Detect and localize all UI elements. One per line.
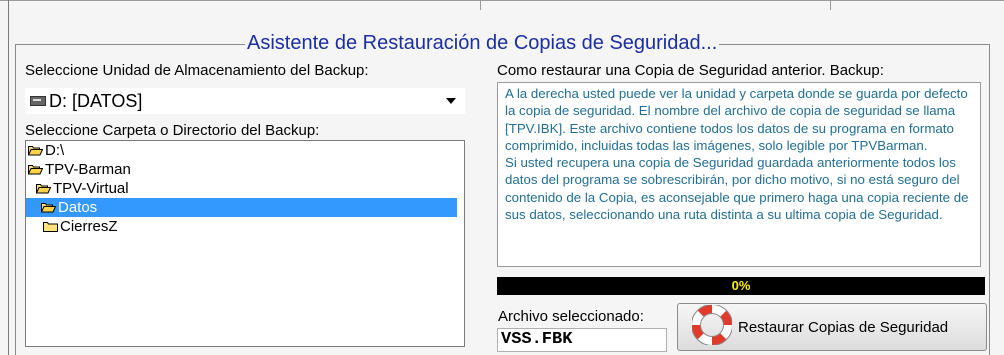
- help-title: Como restaurar una Copia de Seguridad an…: [497, 62, 884, 79]
- tree-node-label: D:\: [45, 142, 65, 159]
- restore-backup-button[interactable]: Restaurar Copias de Seguridad: [677, 303, 987, 351]
- lifebuoy-icon: [691, 304, 733, 349]
- progress-label: 0%: [731, 278, 751, 293]
- selected-file-field[interactable]: VSS.FBK: [497, 328, 667, 352]
- restore-button-label: Restaurar Copias de Seguridad: [738, 318, 949, 336]
- tree-node-datos[interactable]: Datos: [26, 198, 457, 217]
- tree-node-label: TPV-Virtual: [53, 180, 129, 197]
- tree-node-tpv-barman[interactable]: TPV-Barman: [28, 160, 131, 179]
- help-text: A la derecha usted puede ver la unidad y…: [497, 82, 981, 267]
- chevron-down-icon[interactable]: [446, 98, 456, 104]
- tree-node-tpv-virtual[interactable]: TPV-Virtual: [36, 179, 129, 198]
- folder-open-icon: [36, 183, 51, 194]
- folder-open-icon: [28, 164, 43, 175]
- file-label: Archivo seleccionado:: [498, 308, 644, 325]
- tree-node-label: TPV-Barman: [45, 161, 131, 178]
- folder-open-icon: [28, 145, 43, 156]
- tree-node-label: Datos: [58, 199, 98, 216]
- drive-label: Seleccione Unidad de Almacenamiento del …: [25, 62, 369, 79]
- folder-icon: [43, 221, 58, 232]
- drive-select[interactable]: D: [DATOS]: [25, 88, 465, 114]
- wizard-title: Asistente de Restauración de Copias de S…: [245, 32, 720, 55]
- folder-tree[interactable]: D:\ TPV-Barman TPV-Virtual Datos Cierres…: [25, 140, 465, 347]
- tree-node-cierresz[interactable]: CierresZ: [43, 217, 118, 236]
- drive-select-value: D: [DATOS]: [49, 90, 143, 111]
- tree-node-drive[interactable]: D:\: [28, 141, 64, 160]
- folder-label: Seleccione Carpeta o Directorio del Back…: [25, 122, 320, 139]
- tree-node-label: CierresZ: [60, 218, 118, 235]
- drive-icon: [30, 96, 46, 106]
- restore-progress-bar: 0%: [497, 277, 985, 295]
- folder-open-icon: [41, 202, 56, 213]
- help-text-content: A la derecha usted puede ver la unidad y…: [505, 86, 969, 223]
